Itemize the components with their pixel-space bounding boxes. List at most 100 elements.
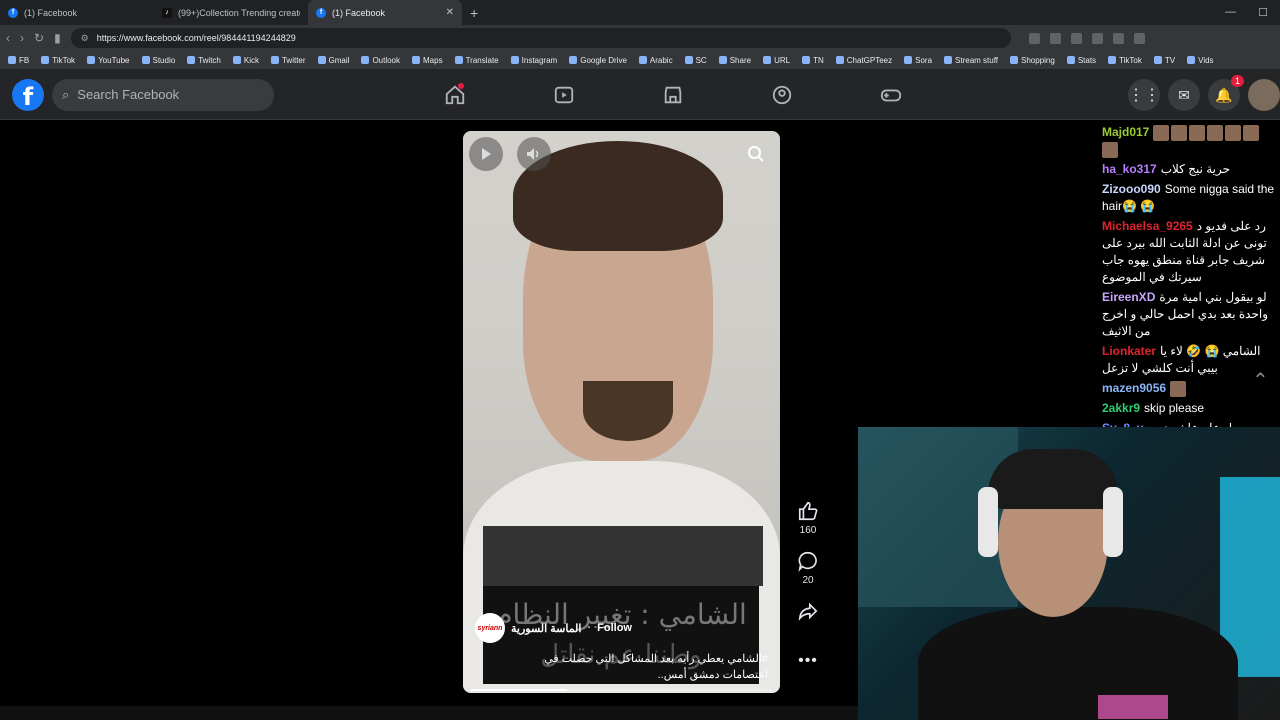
menu-button[interactable]: ⋮⋮ — [1128, 79, 1160, 111]
minimize-icon[interactable]: — — [1225, 6, 1236, 19]
chat-username[interactable]: Majd017 — [1102, 125, 1149, 139]
facebook-logo-icon[interactable]: f — [12, 78, 44, 111]
more-icon: ••• — [798, 652, 818, 669]
emote-icon — [1189, 124, 1206, 141]
nav-gaming[interactable] — [836, 70, 945, 120]
bookmark-icon[interactable]: ▮ — [54, 31, 61, 45]
nav-home[interactable] — [400, 70, 509, 120]
nav-groups[interactable] — [727, 70, 836, 120]
bookmark-icon — [1187, 56, 1196, 64]
bookmark-item[interactable]: SC — [684, 55, 707, 65]
chat-username[interactable]: Lionkater — [1102, 344, 1156, 358]
reload-icon[interactable]: ↻ — [34, 31, 44, 45]
bookmark-item[interactable]: TV — [1153, 56, 1175, 65]
chat-username[interactable]: Michaelsa_9265 — [1102, 219, 1193, 233]
bookmark-item[interactable]: Studio — [141, 56, 175, 65]
bookmark-label: Share — [729, 55, 752, 65]
tab-title: (99+)Collection Trending created by — [178, 7, 300, 18]
bookmark-item[interactable]: Instagram — [510, 55, 558, 65]
follow-button[interactable]: Follow — [597, 622, 632, 634]
bookmark-item[interactable]: Shopping — [1010, 56, 1055, 65]
play-button[interactable] — [469, 137, 503, 171]
bookmark-item[interactable]: Outlook — [361, 56, 400, 65]
share-icon — [798, 602, 818, 622]
chat-username[interactable]: Zizooo090 — [1102, 182, 1161, 196]
bookmark-item[interactable]: Twitch — [187, 56, 221, 65]
close-icon[interactable]: ✕ — [446, 7, 454, 18]
reel-video[interactable]: الشامي : تغيير النظام وطننا عم نقاتل syr… — [463, 131, 780, 693]
like-button[interactable]: 160 — [797, 500, 819, 536]
scroll-up-icon[interactable]: ⌃ — [1252, 368, 1280, 402]
bookmark-item[interactable]: Kick — [232, 55, 259, 65]
bookmark-label: Kick — [243, 55, 259, 65]
bookmark-item[interactable]: URL — [763, 56, 790, 65]
separator-dot: · — [587, 622, 592, 634]
bookmark-icon — [802, 56, 811, 64]
bookmark-item[interactable]: Share — [718, 55, 752, 65]
bookmark-item[interactable]: Gmail — [317, 56, 349, 65]
bookmark-item[interactable]: ChatGPTeez — [835, 56, 892, 65]
browser-tab-1[interactable]: f (1) Facebook — [0, 0, 154, 25]
chat-username[interactable]: mazen9056 — [1102, 381, 1166, 395]
bookmark-icon — [412, 56, 421, 64]
extension-icon[interactable] — [1070, 32, 1082, 44]
forward-icon[interactable]: › — [20, 31, 24, 45]
back-icon[interactable]: ‹ — [6, 31, 10, 45]
video-progress-bar[interactable] — [471, 689, 772, 691]
bookmark-label: URL — [774, 55, 791, 65]
search-button[interactable] — [739, 137, 773, 171]
bookmark-label: Google Drive — [580, 55, 627, 65]
bookmark-item[interactable]: FB — [8, 56, 29, 65]
bookmark-item[interactable]: Google Drive — [569, 56, 627, 65]
reel-owner[interactable]: syriann الماسة السورية · Follow — [475, 613, 632, 643]
marketplace-icon — [664, 86, 681, 104]
browser-tab-3[interactable]: f (1) Facebook ✕ — [308, 0, 462, 25]
url-text: https://www.facebook.com/reel/9844411942… — [96, 33, 296, 43]
bookmark-item[interactable]: TikTok — [41, 56, 75, 65]
bookmark-item[interactable]: Translate — [454, 56, 499, 65]
bookmark-item[interactable]: Stats — [1066, 56, 1096, 65]
more-button[interactable]: ••• — [798, 652, 818, 670]
messenger-button[interactable]: ✉ — [1168, 79, 1200, 111]
speaker-icon — [527, 148, 539, 160]
facebook-main-nav — [400, 70, 945, 120]
bookmark-item[interactable]: Vids — [1187, 56, 1214, 65]
bookmark-item[interactable]: TN — [802, 56, 824, 65]
url-input[interactable]: ⚙ https://www.facebook.com/reel/98444119… — [70, 28, 1011, 48]
nav-marketplace[interactable] — [618, 70, 727, 120]
bookmark-item[interactable]: Maps — [412, 56, 443, 65]
bookmark-label: SC — [695, 55, 707, 65]
extension-icon[interactable] — [1112, 32, 1124, 44]
bookmark-item[interactable]: TikTok — [1108, 56, 1142, 65]
search-input[interactable]: ⌕ Search Facebook — [52, 78, 274, 111]
bookmark-item[interactable]: YouTube — [87, 56, 130, 65]
chat-username[interactable]: ha_ko317 — [1102, 162, 1157, 176]
chat-username[interactable]: 2akkr9 — [1102, 401, 1140, 415]
browser-tab-2[interactable]: ♪ (99+)Collection Trending created by — [154, 0, 308, 25]
bookmark-item[interactable]: Sora — [904, 56, 932, 65]
site-info-icon[interactable]: ⚙ — [81, 33, 89, 44]
share-button[interactable] — [797, 600, 819, 622]
extension-icon[interactable] — [1091, 32, 1103, 44]
bookmark-item[interactable]: Stream stuff — [944, 56, 998, 65]
comment-button[interactable]: 20 — [797, 550, 819, 586]
extension-icon[interactable] — [1133, 32, 1145, 44]
mute-button[interactable] — [517, 137, 551, 171]
avatar[interactable] — [1248, 79, 1280, 111]
emote-icon — [1225, 124, 1242, 141]
bookmark-item[interactable]: Twitter — [270, 56, 306, 65]
headphones-left — [978, 487, 998, 557]
reel-actions: 160 20 ••• — [788, 500, 828, 670]
notifications-button[interactable]: 🔔 1 — [1208, 75, 1244, 111]
maximize-icon[interactable]: ☐ — [1258, 6, 1268, 19]
chat-username[interactable]: EireenXD — [1102, 290, 1155, 304]
bookmark-label: Instagram — [521, 55, 558, 65]
owner-name[interactable]: الماسة السورية — [511, 622, 581, 635]
chat-message: ha_ko317 حرية نيج كلاب — [1102, 161, 1276, 178]
bookmark-item[interactable]: Arabic — [638, 56, 673, 65]
extension-icon[interactable] — [1049, 32, 1061, 44]
new-tab-button[interactable]: + — [470, 5, 478, 21]
extension-icon[interactable] — [1028, 32, 1040, 44]
webcam-overlay — [858, 427, 1280, 720]
nav-video[interactable] — [509, 70, 618, 120]
